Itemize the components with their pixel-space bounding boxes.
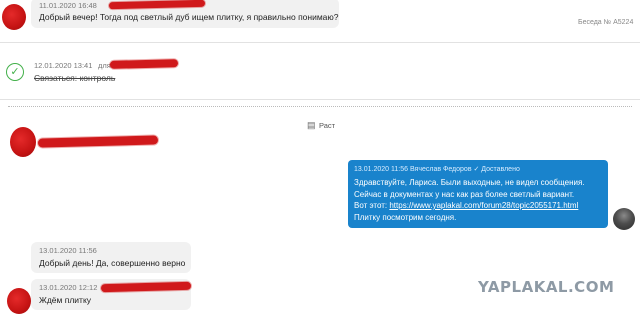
contact-avatar-2	[10, 127, 36, 157]
dotted-divider	[8, 106, 632, 107]
check-icon[interactable]: ✓	[6, 63, 24, 81]
reply-bubble-2: 13.01.2020 12:12 Ждём плитку	[31, 279, 192, 310]
task-prefix: для	[98, 61, 111, 70]
outgoing-line-4: Плитку посмотрим сегодня.	[354, 212, 457, 222]
message-bubble-top: 11.01.2020 16:48 Добрый вечер! Тогда под…	[31, 0, 339, 28]
outgoing-line-1: Здравствуйте, Лариса. Были выходные, не …	[354, 178, 585, 187]
separator	[0, 42, 640, 43]
task-timestamp: 12.01.2020 13:41	[34, 61, 93, 70]
reply-timestamp-2: 13.01.2020 12:12	[39, 283, 98, 292]
reply-text-2: Ждём плитку	[39, 295, 92, 305]
forum-link[interactable]: https://www.yaplakal.com/forum28/topic20…	[389, 201, 578, 210]
outgoing-author: Вячеслав Федоров	[409, 166, 472, 173]
outgoing-message-bubble: 13.01.2020 11:56 Вячеслав Федоров ✓ Дост…	[348, 160, 608, 228]
reply-timestamp-1: 13.01.2020 11:56	[39, 246, 97, 255]
post-label: Раст	[319, 121, 336, 130]
outgoing-line-3: Вот этот: https://www.yaplakal.com/forum…	[354, 200, 608, 212]
reply-text-1: Добрый день! Да, совершенно верно	[39, 258, 186, 268]
user-avatar	[613, 208, 635, 230]
post-icon: ▤	[307, 120, 316, 130]
outgoing-text: Здравствуйте, Лариса. Были выходные, не …	[354, 177, 608, 223]
delivery-status: ✓ Доставлено	[473, 166, 520, 173]
message-timestamp: 11.01.2020 16:48	[39, 1, 97, 10]
conversation-label: Беседа № A5224	[578, 19, 634, 26]
redacted-contact-name	[37, 135, 159, 148]
message-text: Добрый вечер! Тогда под светлый дуб ищем…	[39, 12, 339, 22]
redacted-name	[108, 0, 206, 10]
task-text: Связаться: контроль	[34, 73, 116, 83]
watermark: YAPLAKAL.COM	[478, 278, 615, 296]
contact-avatar	[2, 4, 26, 30]
outgoing-line-3-prefix: Вот этот:	[354, 201, 390, 210]
separator-2	[0, 99, 640, 100]
reply-bubble-1: 13.01.2020 11:56 Добрый день! Да, соверш…	[31, 242, 191, 273]
redacted-name-2	[100, 281, 192, 293]
outgoing-meta: 13.01.2020 11:56 Вячеслав Федоров ✓ Дост…	[354, 165, 520, 173]
outgoing-line-2: Сейчас в документах у нас как раз более …	[354, 189, 575, 199]
outgoing-timestamp: 13.01.2020 11:56	[354, 166, 408, 173]
contact-avatar-3	[7, 288, 31, 314]
redacted-assignee	[109, 59, 179, 69]
